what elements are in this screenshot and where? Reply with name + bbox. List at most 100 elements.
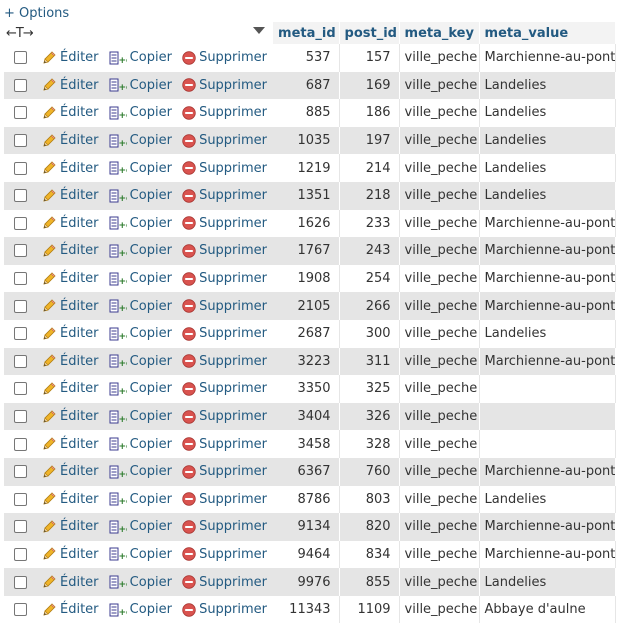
- meta-key-cell[interactable]: ville_peche: [399, 568, 480, 596]
- post-id-cell[interactable]: 311: [339, 347, 400, 376]
- meta-value-cell[interactable]: Landelies: [479, 319, 617, 348]
- edit-button[interactable]: Éditer: [41, 270, 99, 288]
- meta-key-cell[interactable]: ville_peche: [399, 430, 480, 458]
- meta-id-cell[interactable]: 1351: [273, 181, 340, 210]
- meta-key-cell[interactable]: ville_peche: [399, 375, 480, 403]
- copy-button[interactable]: +c Copier: [109, 435, 172, 453]
- delete-button[interactable]: Supprimer: [182, 49, 267, 67]
- copy-button[interactable]: +c Copier: [109, 242, 172, 260]
- meta-value-cell[interactable]: Marchienne-au-pont: [479, 540, 617, 569]
- meta-id-cell[interactable]: 1767: [273, 237, 340, 265]
- post-id-cell[interactable]: 243: [339, 237, 400, 265]
- meta-id-cell[interactable]: 3350: [273, 375, 340, 403]
- post-id-cell[interactable]: 820: [339, 513, 400, 541]
- meta-value-cell[interactable]: Abbaye d'aulne: [479, 595, 617, 624]
- meta-key-cell[interactable]: ville_peche: [399, 513, 480, 541]
- row-checkbox[interactable]: [13, 51, 27, 65]
- delete-button[interactable]: Supprimer: [182, 214, 267, 232]
- meta-id-cell[interactable]: 6367: [273, 457, 340, 486]
- delete-button[interactable]: Supprimer: [182, 380, 267, 398]
- meta-id-cell[interactable]: 1219: [273, 154, 340, 182]
- meta-id-cell[interactable]: 9464: [273, 540, 340, 569]
- meta-id-cell[interactable]: 1908: [273, 264, 340, 293]
- meta-key-cell[interactable]: ville_peche: [399, 595, 480, 624]
- post-id-cell[interactable]: 254: [339, 264, 400, 293]
- meta-id-cell[interactable]: 8786: [273, 485, 340, 514]
- edit-button[interactable]: Éditer: [41, 518, 99, 536]
- delete-button[interactable]: Supprimer: [182, 297, 267, 315]
- copy-button[interactable]: +c Copier: [109, 601, 172, 619]
- edit-button[interactable]: Éditer: [41, 297, 99, 315]
- meta-id-cell[interactable]: 9976: [273, 568, 340, 596]
- copy-button[interactable]: +c Copier: [109, 104, 172, 122]
- delete-button[interactable]: Supprimer: [182, 601, 267, 619]
- post-id-cell[interactable]: 233: [339, 209, 400, 238]
- copy-button[interactable]: +c Copier: [109, 325, 172, 343]
- meta-key-cell[interactable]: ville_peche: [399, 44, 480, 72]
- copy-button[interactable]: +c Copier: [109, 573, 172, 591]
- delete-button[interactable]: Supprimer: [182, 408, 267, 426]
- edit-button[interactable]: Éditer: [41, 132, 99, 150]
- edit-button[interactable]: Éditer: [41, 545, 99, 563]
- delete-button[interactable]: Supprimer: [182, 352, 267, 370]
- meta-key-cell[interactable]: ville_peche: [399, 154, 480, 182]
- post-id-cell[interactable]: 855: [339, 568, 400, 596]
- options-toggle-link[interactable]: + Options: [4, 6, 69, 22]
- meta-key-cell[interactable]: ville_peche: [399, 264, 480, 293]
- meta-value-cell[interactable]: Landelies: [479, 568, 617, 596]
- meta-value-cell[interactable]: [479, 430, 617, 458]
- meta-id-cell[interactable]: 3458: [273, 430, 340, 458]
- edit-button[interactable]: Éditer: [41, 76, 99, 94]
- row-checkbox[interactable]: [13, 216, 27, 230]
- post-id-cell[interactable]: 157: [339, 44, 400, 72]
- delete-button[interactable]: Supprimer: [182, 545, 267, 563]
- row-checkbox[interactable]: [13, 354, 27, 368]
- copy-button[interactable]: +c Copier: [109, 380, 172, 398]
- meta-value-cell[interactable]: Marchienne-au-pont: [479, 237, 617, 265]
- row-checkbox[interactable]: [13, 161, 27, 175]
- meta-id-cell[interactable]: 2105: [273, 292, 340, 320]
- delete-button[interactable]: Supprimer: [182, 435, 267, 453]
- meta-value-cell[interactable]: Marchienne-au-pont: [479, 209, 617, 238]
- row-checkbox[interactable]: [13, 437, 27, 451]
- row-checkbox[interactable]: [13, 327, 27, 341]
- delete-button[interactable]: Supprimer: [182, 104, 267, 122]
- meta-key-cell[interactable]: ville_peche: [399, 485, 480, 514]
- meta-id-cell[interactable]: 1626: [273, 209, 340, 238]
- meta-key-cell[interactable]: ville_peche: [399, 181, 480, 210]
- edit-button[interactable]: Éditer: [41, 601, 99, 619]
- meta-key-cell[interactable]: ville_peche: [399, 292, 480, 320]
- copy-button[interactable]: +c Copier: [109, 408, 172, 426]
- row-checkbox[interactable]: [13, 465, 27, 479]
- copy-button[interactable]: +c Copier: [109, 159, 172, 177]
- meta-value-cell[interactable]: Marchienne-au-pont: [479, 44, 617, 72]
- meta-value-cell[interactable]: Landelies: [479, 154, 617, 182]
- meta-id-cell[interactable]: 885: [273, 99, 340, 127]
- meta-value-cell[interactable]: Landelies: [479, 181, 617, 210]
- edit-button[interactable]: Éditer: [41, 49, 99, 67]
- meta-id-cell[interactable]: 687: [273, 71, 340, 100]
- meta-value-cell[interactable]: Marchienne-au-pont: [479, 292, 617, 320]
- meta-value-cell[interactable]: [479, 402, 617, 431]
- copy-button[interactable]: +c Copier: [109, 214, 172, 232]
- delete-button[interactable]: Supprimer: [182, 518, 267, 536]
- row-checkbox[interactable]: [13, 575, 27, 589]
- meta-value-cell[interactable]: Marchienne-au-pont: [479, 457, 617, 486]
- meta-value-cell[interactable]: Landelies: [479, 126, 617, 155]
- row-checkbox[interactable]: [13, 492, 27, 506]
- copy-button[interactable]: +c Copier: [109, 490, 172, 508]
- copy-button[interactable]: +c Copier: [109, 545, 172, 563]
- edit-button[interactable]: Éditer: [41, 159, 99, 177]
- meta-key-cell[interactable]: ville_peche: [399, 209, 480, 238]
- row-checkbox[interactable]: [13, 520, 27, 534]
- meta-key-cell[interactable]: ville_peche: [399, 71, 480, 100]
- column-header-post-id[interactable]: post_id: [339, 22, 400, 44]
- edit-button[interactable]: Éditer: [41, 573, 99, 591]
- row-checkbox[interactable]: [13, 382, 27, 396]
- post-id-cell[interactable]: 214: [339, 154, 400, 182]
- post-id-cell[interactable]: 266: [339, 292, 400, 320]
- delete-button[interactable]: Supprimer: [182, 463, 267, 481]
- delete-button[interactable]: Supprimer: [182, 76, 267, 94]
- copy-button[interactable]: +c Copier: [109, 49, 172, 67]
- meta-value-cell[interactable]: Marchienne-au-pont: [479, 347, 617, 376]
